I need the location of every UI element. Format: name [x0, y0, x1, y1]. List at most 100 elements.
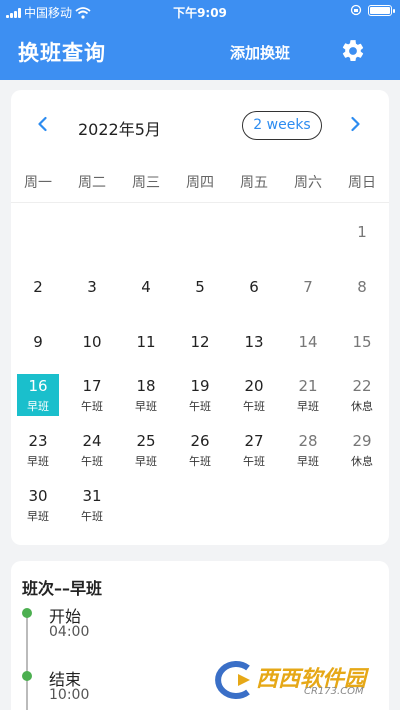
day-shift-label: 休息 [351, 400, 373, 413]
watermark-sub: CR173.COM [304, 686, 364, 697]
calendar-day[interactable]: 8 [335, 258, 389, 313]
day-shift-label: 午班 [81, 455, 103, 468]
chevron-right-icon[interactable] [345, 114, 365, 134]
calendar-day-empty [281, 203, 335, 258]
calendar-day[interactable]: 6 [227, 258, 281, 313]
day-number: 23 [28, 432, 48, 450]
day-number: 1 [357, 223, 367, 241]
rotation-lock-icon [350, 4, 362, 16]
day-number: 24 [82, 432, 102, 450]
calendar-day[interactable]: 13 [227, 313, 281, 368]
calendar-day[interactable]: 7 [281, 258, 335, 313]
day-number: 6 [249, 278, 259, 296]
day-number: 14 [298, 333, 318, 351]
day-number: 31 [82, 487, 102, 505]
calendar-day[interactable]: 4 [119, 258, 173, 313]
day-number: 10 [82, 333, 102, 351]
calendar-day[interactable]: 19 午班 [173, 368, 227, 423]
weekday-label: 周六 [294, 175, 322, 191]
calendar-day[interactable]: 16 早班 [11, 368, 65, 423]
view-toggle-button[interactable]: 2 weeks [242, 111, 322, 140]
day-number: 16 [28, 377, 48, 395]
calendar-day[interactable]: 3 [65, 258, 119, 313]
add-shift-button[interactable]: 添加换班 [230, 42, 290, 63]
calendar-day-empty [227, 203, 281, 258]
shift-title: 班次––早班 [22, 579, 103, 598]
day-number: 12 [190, 333, 210, 351]
calendar-day[interactable]: 29 休息 [335, 423, 389, 478]
day-shift-label: 午班 [243, 455, 265, 468]
calendar-day[interactable]: 2 [11, 258, 65, 313]
day-shift-label: 早班 [27, 400, 49, 413]
day-number: 22 [352, 377, 372, 395]
page-title: 换班查询 [18, 41, 106, 65]
calendar-day[interactable]: 17 午班 [65, 368, 119, 423]
day-number: 27 [244, 432, 264, 450]
calendar-day[interactable]: 24 午班 [65, 423, 119, 478]
day-number: 21 [298, 377, 318, 395]
calendar-day[interactable]: 31 午班 [65, 478, 119, 533]
month-label: 2022年5月 [78, 120, 161, 139]
day-number: 17 [82, 377, 102, 395]
battery-icon [368, 4, 395, 16]
day-number: 3 [87, 278, 97, 296]
status-bar: 中国移动 下午9:09 [0, 0, 400, 24]
calendar-day[interactable]: 1 [335, 203, 389, 258]
calendar-day[interactable]: 11 [119, 313, 173, 368]
weekday-label: 周五 [240, 175, 268, 191]
calendar-day[interactable]: 30 早班 [11, 478, 65, 533]
calendar-day[interactable]: 10 [65, 313, 119, 368]
calendar-day[interactable]: 12 [173, 313, 227, 368]
day-shift-label: 早班 [27, 510, 49, 523]
calendar-day[interactable]: 14 [281, 313, 335, 368]
calendar-day[interactable]: 15 [335, 313, 389, 368]
timeline-dot [22, 671, 32, 681]
weekday-label: 周三 [132, 175, 160, 191]
day-number: 18 [136, 377, 156, 395]
timeline-line [26, 613, 28, 710]
day-number: 2 [33, 278, 43, 296]
weekday-label: 周一 [24, 175, 52, 191]
timeline-dot [22, 608, 32, 618]
calendar-day[interactable]: 21 早班 [281, 368, 335, 423]
calendar-day[interactable]: 22 休息 [335, 368, 389, 423]
calendar-card: 2022年5月 2 weeks 周一 周二 周三 周四 周五 周六 周日 123… [11, 90, 389, 545]
calendar-day-empty [65, 203, 119, 258]
day-shift-label: 午班 [81, 510, 103, 523]
calendar-day[interactable]: 28 早班 [281, 423, 335, 478]
calendar-day[interactable]: 18 早班 [119, 368, 173, 423]
calendar-day[interactable]: 5 [173, 258, 227, 313]
day-number: 5 [195, 278, 205, 296]
day-shift-label: 休息 [351, 455, 373, 468]
calendar-day[interactable]: 9 [11, 313, 65, 368]
logo-icon [215, 661, 250, 699]
day-number: 19 [190, 377, 210, 395]
day-number: 11 [136, 333, 156, 351]
day-number: 26 [190, 432, 210, 450]
gear-icon[interactable] [340, 38, 366, 64]
weekday-header: 周一 周二 周三 周四 周五 周六 周日 [11, 172, 389, 202]
watermark-logo: 西西软件园 CR173.COM [208, 658, 388, 702]
day-shift-label: 午班 [243, 400, 265, 413]
calendar-day[interactable]: 23 早班 [11, 423, 65, 478]
status-right [350, 4, 395, 16]
day-number: 7 [303, 278, 313, 296]
day-number: 29 [352, 432, 372, 450]
calendar-day[interactable]: 27 午班 [227, 423, 281, 478]
day-number: 13 [244, 333, 264, 351]
day-shift-label: 午班 [189, 455, 211, 468]
day-number: 9 [33, 333, 43, 351]
calendar-day[interactable]: 26 午班 [173, 423, 227, 478]
status-time: 下午9:09 [173, 6, 227, 20]
calendar-day[interactable]: 20 午班 [227, 368, 281, 423]
day-number: 25 [136, 432, 156, 450]
day-shift-label: 午班 [189, 400, 211, 413]
calendar-grid: 1 2 3 4 5 6 7 8 9 10 11 12 13 14 15 16 早班 17 午班 18 早班 19 午班 20 午… [11, 203, 389, 533]
day-shift-label: 早班 [27, 455, 49, 468]
weekday-label: 周二 [78, 175, 106, 191]
calendar-day-empty [173, 203, 227, 258]
calendar-day[interactable]: 25 早班 [119, 423, 173, 478]
day-shift-label: 早班 [135, 400, 157, 413]
chevron-left-icon[interactable] [33, 114, 53, 134]
day-number: 20 [244, 377, 264, 395]
